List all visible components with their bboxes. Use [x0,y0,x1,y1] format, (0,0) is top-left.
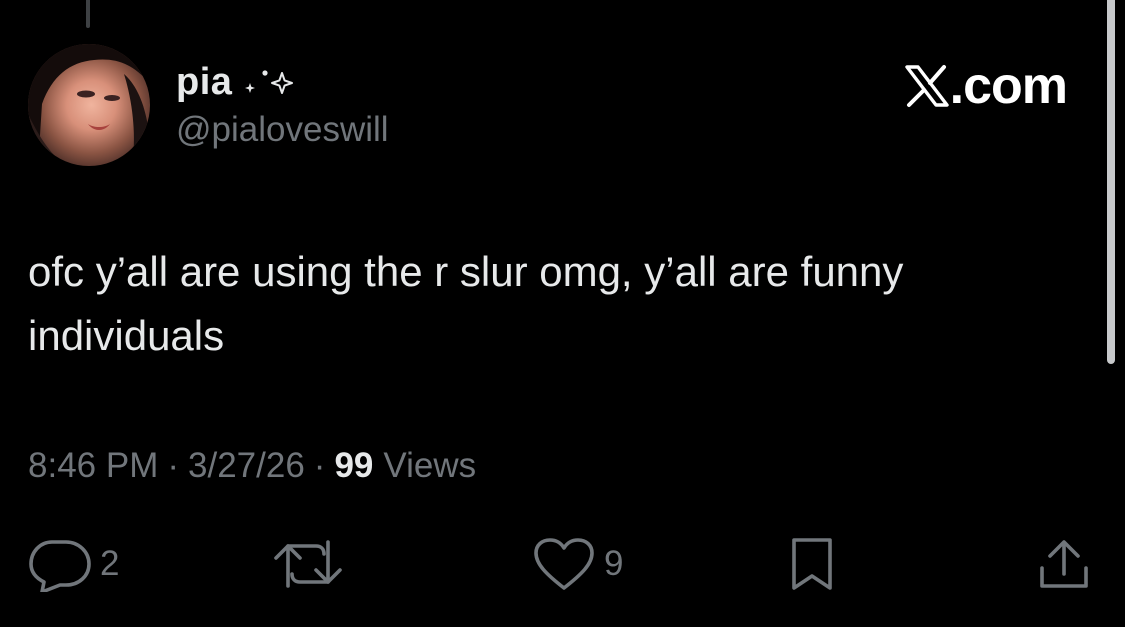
author-handle[interactable]: @pialoveswill [176,110,389,150]
avatar-photo [28,44,150,166]
like-count: 9 [604,544,624,583]
share-button[interactable] [1036,534,1092,594]
reply-count: 2 [100,544,120,583]
tweet-meta: 8:46 PM · 3/27/26 · 99 Views [28,446,476,486]
brand-watermark: .com [904,56,1068,116]
meta-separator: · [167,446,180,485]
author-name-row: pia [176,60,298,104]
brand-domain-text: .com [949,57,1068,115]
like-button[interactable]: 9 [532,534,623,594]
reply-button[interactable]: 2 [28,534,119,594]
tweet-time[interactable]: 8:46 PM [28,446,158,486]
action-bar: 2 9 [0,534,1125,594]
thread-connector-line [86,0,90,28]
tweet-date[interactable]: 3/27/26 [188,446,305,486]
heart-icon [532,536,596,592]
share-icon [1036,536,1092,592]
bookmark-button[interactable] [786,534,838,594]
retweet-icon [272,536,344,592]
reply-icon [28,536,92,592]
bookmark-icon [786,536,838,592]
author-display-name[interactable]: pia [176,61,232,104]
retweet-button[interactable] [272,534,344,594]
x-logo-icon [904,64,950,108]
views-count[interactable]: 99 [334,446,373,486]
meta-separator: · [313,446,326,485]
views-label[interactable]: Views [383,446,476,486]
sparkle-icon [244,67,298,97]
scrollbar[interactable] [1107,0,1115,364]
avatar[interactable] [28,44,150,166]
tweet-text: ofc y’all are using the r slur omg, y’al… [28,248,904,359]
